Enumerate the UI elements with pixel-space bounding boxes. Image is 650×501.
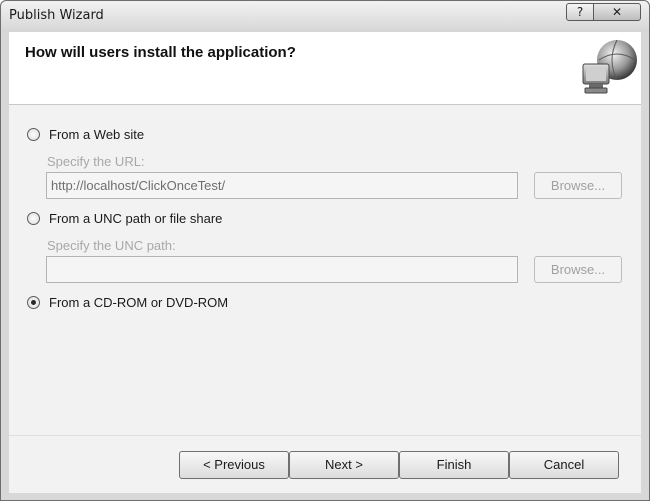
unc-field-label: Specify the UNC path:: [47, 238, 176, 253]
window-title: Publish Wizard: [9, 8, 104, 23]
url-field-label: Specify the URL:: [47, 154, 145, 169]
browse-unc-button[interactable]: Browse...: [534, 256, 622, 283]
cancel-button[interactable]: Cancel: [509, 451, 619, 479]
previous-button[interactable]: < Previous: [179, 451, 289, 479]
unc-path-input[interactable]: [46, 256, 518, 283]
wizard-header: How will users install the application?: [9, 32, 641, 105]
radio-label-unc: From a UNC path or file share: [49, 210, 223, 226]
radio-button-cd[interactable]: [27, 295, 40, 309]
close-button[interactable]: ✕: [593, 3, 641, 21]
page-title: How will users install the application?: [25, 44, 296, 61]
globe-computer-icon: [582, 39, 637, 94]
radio-button-web[interactable]: [27, 127, 40, 141]
publish-wizard-window: Publish Wizard ? ✕ How will users instal…: [0, 0, 650, 501]
browse-url-button[interactable]: Browse...: [534, 172, 622, 199]
help-icon: ?: [576, 5, 584, 19]
close-icon: ✕: [611, 5, 623, 19]
radio-button-unc[interactable]: [27, 211, 40, 225]
wizard-content: From a Web site Specify the URL: http://…: [9, 105, 641, 435]
radio-unc-path[interactable]: From a UNC path or file share: [27, 209, 222, 227]
radio-label-cd: From a CD-ROM or DVD-ROM: [49, 294, 229, 310]
next-button[interactable]: Next >: [289, 451, 399, 479]
help-button[interactable]: ?: [566, 3, 594, 21]
radio-selected-dot: [31, 299, 36, 305]
url-input[interactable]: http://localhost/ClickOnceTest/: [46, 172, 518, 199]
radio-cd-rom[interactable]: From a CD-ROM or DVD-ROM: [27, 293, 228, 311]
radio-web-site[interactable]: From a Web site: [27, 125, 144, 143]
finish-button[interactable]: Finish: [399, 451, 509, 479]
radio-label-web: From a Web site: [49, 126, 145, 142]
title-bar: Publish Wizard ? ✕: [1, 1, 649, 32]
